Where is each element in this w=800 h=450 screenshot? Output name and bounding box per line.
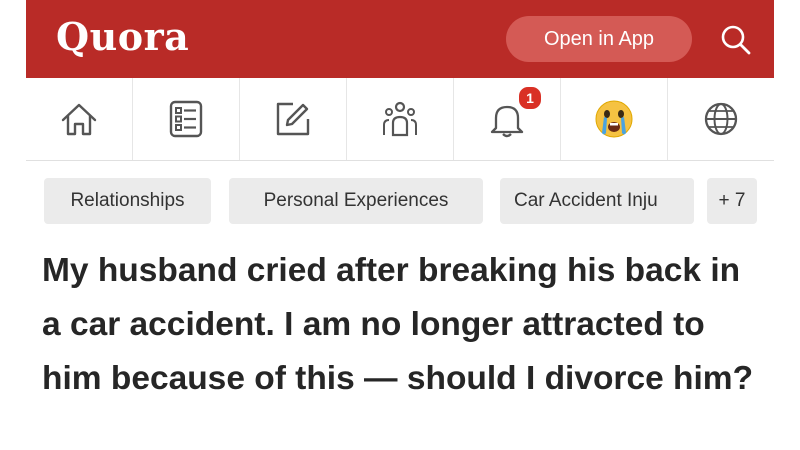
tag-relationships[interactable]: Relationships bbox=[44, 178, 211, 224]
edit-icon bbox=[276, 102, 310, 136]
tag-more[interactable]: + 7 bbox=[707, 178, 757, 224]
question-title[interactable]: My husband cried after breaking his back… bbox=[42, 244, 767, 406]
nav-home[interactable] bbox=[26, 78, 132, 160]
nav-following[interactable] bbox=[133, 78, 239, 160]
quora-app: Quora Open in App 1 Relationships Person… bbox=[26, 0, 774, 450]
nav-answer[interactable] bbox=[240, 78, 346, 160]
tag-personal-experiences[interactable]: Personal Experiences bbox=[229, 178, 483, 224]
open-in-app-button[interactable]: Open in App bbox=[506, 16, 692, 62]
nav-profile[interactable] bbox=[561, 78, 667, 160]
topic-tags: Relationships Personal Experiences Car A… bbox=[26, 178, 774, 228]
left-margin bbox=[0, 0, 26, 450]
globe-icon bbox=[704, 102, 738, 136]
spaces-icon bbox=[383, 101, 417, 137]
top-header: Quora Open in App bbox=[26, 0, 774, 78]
nav-bar: 1 bbox=[26, 78, 774, 161]
nav-spaces[interactable] bbox=[347, 78, 453, 160]
search-button[interactable] bbox=[716, 20, 756, 60]
following-icon bbox=[169, 100, 203, 138]
right-margin bbox=[774, 0, 800, 450]
notification-badge: 1 bbox=[517, 85, 543, 111]
quora-logo[interactable]: Quora bbox=[56, 14, 189, 59]
tag-car-accident[interactable]: Car Accident Inju bbox=[500, 178, 694, 224]
nav-notifications[interactable]: 1 bbox=[454, 78, 560, 160]
nav-languages[interactable] bbox=[668, 78, 774, 160]
home-icon bbox=[61, 103, 97, 136]
crying-face-avatar bbox=[595, 100, 633, 138]
search-icon bbox=[721, 25, 751, 55]
